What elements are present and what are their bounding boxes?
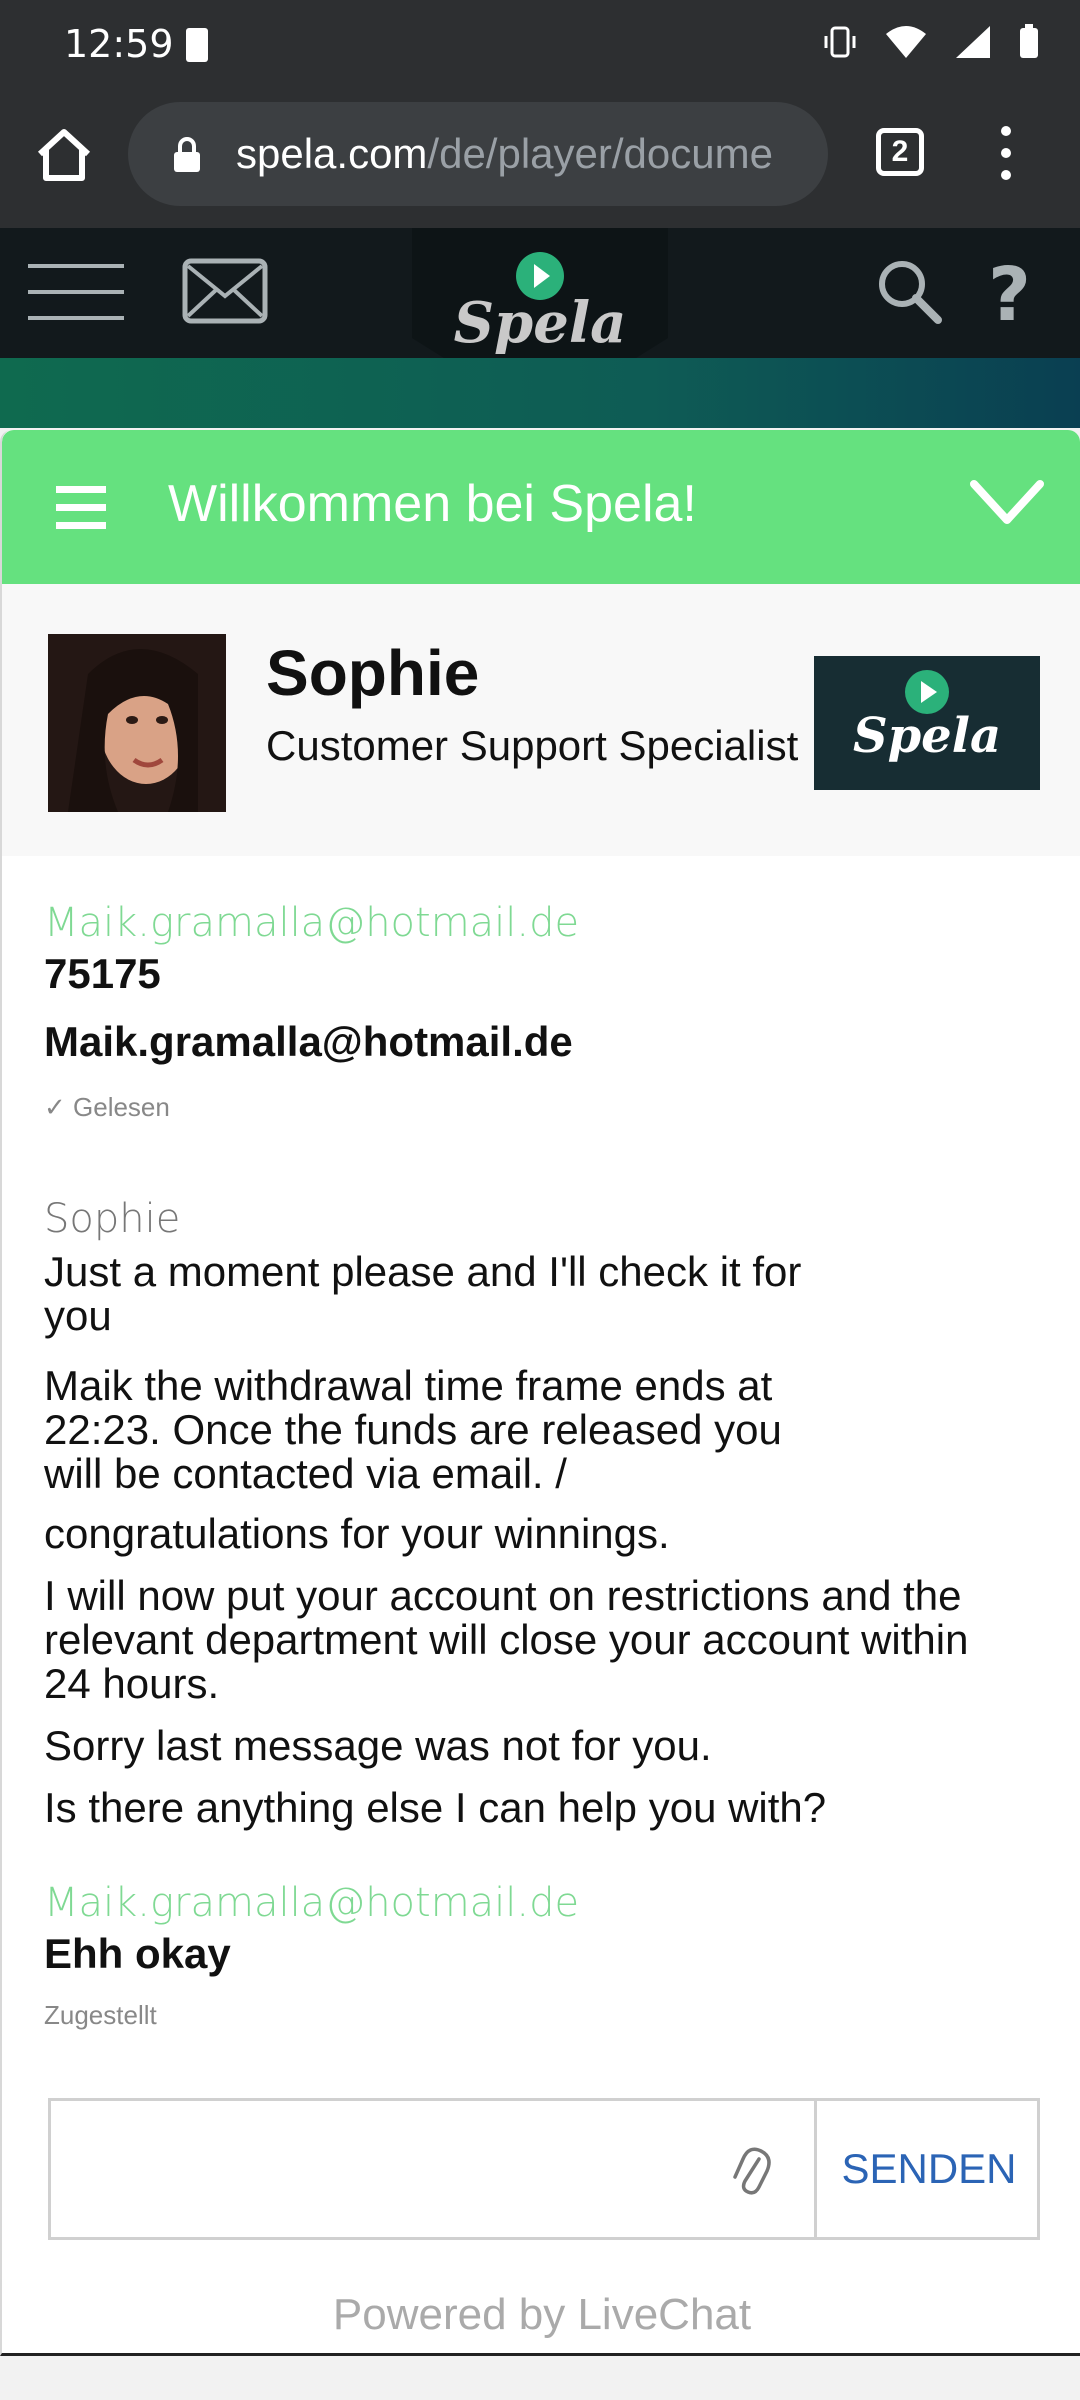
- signal-icon: [956, 26, 990, 58]
- site-menu-icon[interactable]: [28, 264, 124, 322]
- message-text: Sorry last message was not for you.: [44, 1722, 712, 1769]
- attachment-icon[interactable]: [731, 2145, 771, 2197]
- site-header: Spela ?: [0, 228, 1080, 418]
- message-input[interactable]: [51, 2101, 817, 2237]
- chat-widget: Willkommen bei Spela! Sophie Customer Su…: [0, 430, 1080, 2356]
- agent-info: Sophie Customer Support Specialist Spela: [2, 584, 1080, 856]
- read-status: ✓ Gelesen: [44, 1092, 170, 1123]
- message-text: will be contacted via email. /: [44, 1450, 567, 1497]
- battery-icon: [1020, 24, 1038, 58]
- chat-title: Willkommen bei Spela!: [168, 475, 697, 533]
- lock-icon: [174, 137, 200, 172]
- brand-logo-text: Spela: [852, 708, 1002, 764]
- tab-switcher-button[interactable]: 2: [876, 128, 924, 176]
- vibrate-icon: [824, 26, 856, 58]
- send-button[interactable]: SENDEN: [821, 2101, 1037, 2237]
- browser-toolbar: spela.com/de/player/docume 2: [0, 92, 1080, 228]
- message-text: Maik the withdrawal time frame ends at: [44, 1362, 773, 1409]
- url-path: /de/player/docume: [427, 130, 773, 177]
- more-menu-icon[interactable]: [994, 126, 1018, 186]
- status-time: 12:59: [64, 22, 174, 66]
- message-text: 22:23. Once the funds are released you: [44, 1406, 782, 1453]
- message-text: Is there anything else I can help you wi…: [44, 1784, 827, 1831]
- battery-saver-icon: [186, 28, 208, 62]
- brand-logo: Spela: [814, 656, 1040, 790]
- url-text[interactable]: spela.com/de/player/docume: [236, 130, 796, 178]
- wifi-icon: [886, 26, 926, 58]
- message-text: I will now put your account on restricti…: [44, 1572, 962, 1619]
- message-text: congratulations for your winnings.: [44, 1510, 670, 1557]
- screen: 12:59 spela.com/de/player/docume 2 Spela…: [0, 0, 1080, 2400]
- message-author: Maik.gramalla@hotmail.de: [44, 1880, 580, 1926]
- message-text: 75175: [44, 950, 161, 997]
- read-status-label: Gelesen: [73, 1092, 170, 1122]
- message-text: Maik.gramalla@hotmail.de: [44, 1018, 573, 1065]
- status-bar: 12:59: [0, 0, 1080, 92]
- delivery-status: Zugestellt: [44, 2000, 157, 2030]
- status-icons: [822, 24, 1040, 60]
- site-logo-text: Spela: [453, 290, 627, 356]
- message-text: Just a moment please and I'll check it f…: [44, 1248, 802, 1295]
- message-text: relevant department will close your acco…: [44, 1616, 969, 1663]
- chat-header: Willkommen bei Spela!: [2, 430, 1080, 584]
- site-banner-strip: [0, 358, 1080, 428]
- home-icon[interactable]: [34, 124, 94, 184]
- agent-role: Customer Support Specialist: [266, 722, 799, 769]
- chevron-down-icon[interactable]: [968, 476, 1046, 530]
- address-bar[interactable]: spela.com/de/player/docume: [128, 102, 828, 206]
- chat-menu-icon[interactable]: [56, 486, 106, 530]
- search-icon[interactable]: [876, 258, 942, 324]
- url-host: spela.com: [236, 130, 428, 177]
- avatar-face: [48, 634, 226, 812]
- message-author: Maik.gramalla@hotmail.de: [44, 900, 580, 946]
- message-text: Ehh okay: [44, 1930, 231, 1977]
- mail-icon[interactable]: [182, 258, 268, 324]
- message-composer: SENDEN: [48, 2098, 1040, 2240]
- check-icon: ✓: [44, 1092, 74, 1122]
- message-author: Sophie: [44, 1196, 181, 1242]
- message-text: you: [44, 1292, 112, 1339]
- message-text: 24 hours.: [44, 1660, 220, 1707]
- help-icon[interactable]: ?: [988, 252, 1031, 338]
- agent-name: Sophie: [266, 637, 480, 709]
- powered-by-livechat[interactable]: Powered by LiveChat: [2, 2290, 1080, 2340]
- agent-avatar: [48, 634, 226, 812]
